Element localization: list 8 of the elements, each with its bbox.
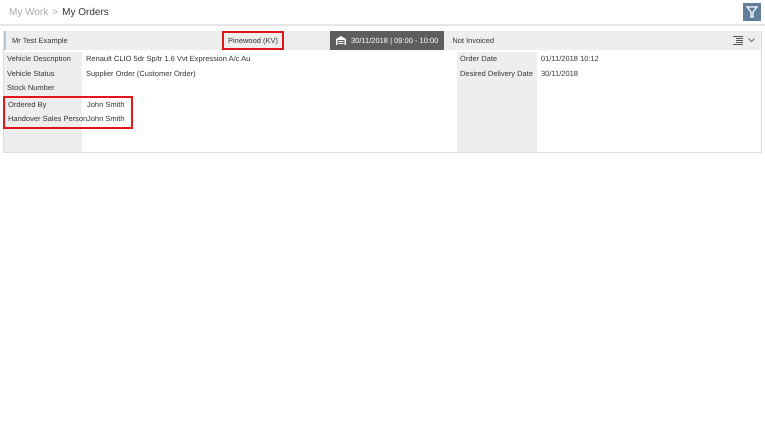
breadcrumb-separator: > bbox=[52, 6, 58, 18]
list-icon[interactable] bbox=[733, 36, 743, 45]
filter-button[interactable] bbox=[743, 3, 761, 21]
filter-icon bbox=[746, 6, 758, 18]
chevron-down-icon[interactable] bbox=[748, 38, 755, 43]
breadcrumb-current: My Orders bbox=[62, 6, 109, 18]
breadcrumb-link[interactable]: My Work bbox=[9, 6, 48, 18]
garage-icon bbox=[336, 36, 346, 45]
